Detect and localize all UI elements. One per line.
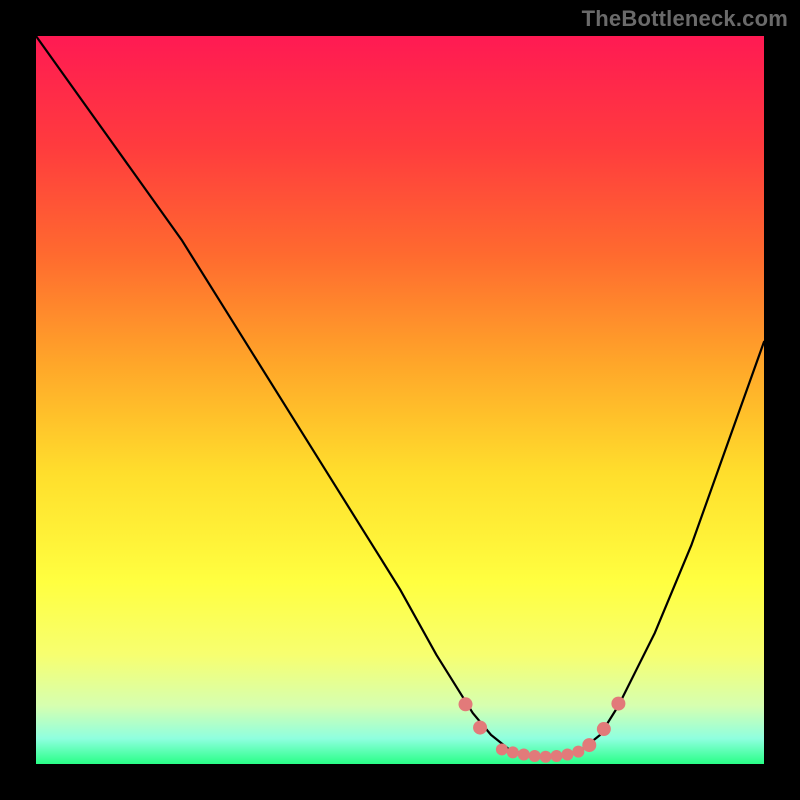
data-marker bbox=[540, 751, 552, 763]
chart-container: TheBottleneck.com bbox=[0, 0, 800, 800]
data-marker bbox=[572, 746, 584, 758]
data-marker bbox=[459, 697, 473, 711]
bottleneck-chart bbox=[0, 0, 800, 800]
data-marker bbox=[518, 749, 530, 761]
data-marker bbox=[473, 721, 487, 735]
data-marker bbox=[529, 750, 541, 762]
data-marker bbox=[582, 738, 596, 752]
data-marker bbox=[551, 750, 563, 762]
watermark-text: TheBottleneck.com bbox=[582, 6, 788, 32]
data-marker bbox=[597, 722, 611, 736]
plot-area bbox=[36, 36, 764, 764]
data-marker bbox=[507, 746, 519, 758]
data-marker bbox=[561, 749, 573, 761]
data-marker bbox=[496, 743, 508, 755]
data-marker bbox=[611, 697, 625, 711]
